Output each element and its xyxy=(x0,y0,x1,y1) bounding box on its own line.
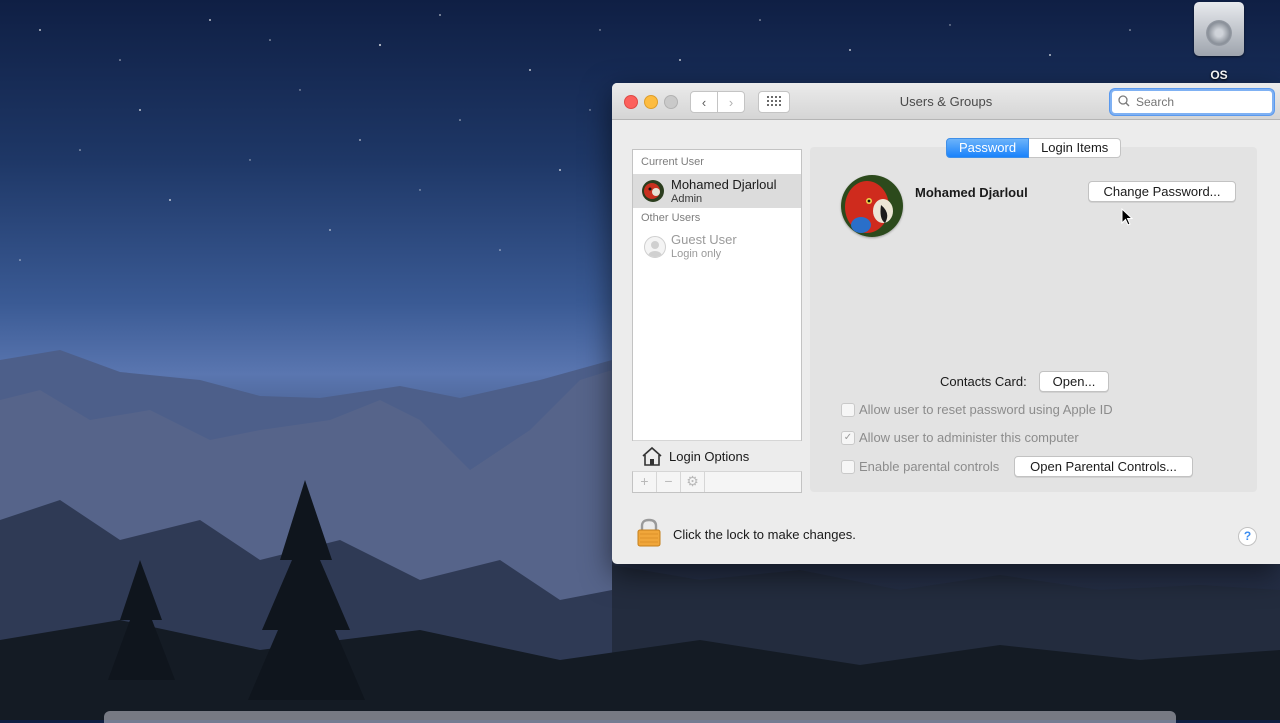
disk-label: OS xyxy=(1210,68,1228,82)
hard-disk-icon xyxy=(1194,2,1244,56)
parental-label: Enable parental controls xyxy=(859,459,1000,474)
current-user-role: Admin xyxy=(671,193,703,205)
search-input[interactable] xyxy=(1134,93,1268,111)
detail-tabs: Password Login Items xyxy=(946,138,1122,158)
dock[interactable] xyxy=(104,711,1176,723)
lock-icon[interactable] xyxy=(636,518,662,548)
users-groups-window: ‹ › Users & Groups Current User xyxy=(612,83,1280,564)
open-parental-controls-button[interactable]: Open Parental Controls... xyxy=(1014,456,1193,477)
user-full-name: Mohamed Djarloul xyxy=(915,185,1028,200)
other-users-header: Other Users xyxy=(641,212,701,224)
change-password-button[interactable]: Change Password... xyxy=(1088,181,1236,202)
current-user-header: Current User xyxy=(641,156,704,168)
gear-icon: ⚙ xyxy=(686,473,699,489)
administer-checkbox[interactable]: ✓ xyxy=(841,431,855,445)
mouse-cursor-icon xyxy=(1121,208,1133,226)
login-options-label: Login Options xyxy=(669,449,750,464)
tab-login-items[interactable]: Login Items xyxy=(1029,138,1122,158)
plus-icon: + xyxy=(640,473,649,489)
open-contacts-button[interactable]: Open... xyxy=(1039,371,1109,392)
current-user-name: Mohamed Djarloul xyxy=(671,177,777,192)
checkmark-icon: ✓ xyxy=(843,432,853,443)
user-photo[interactable] xyxy=(841,175,903,237)
administer-label: Allow user to administer this computer xyxy=(859,430,1079,445)
user-row-guest[interactable]: Guest User Login only xyxy=(633,229,801,263)
parrot-photo-icon xyxy=(841,175,903,237)
reset-password-checkbox[interactable] xyxy=(841,403,855,417)
tab-password[interactable]: Password xyxy=(946,138,1030,158)
title-bar: ‹ › Users & Groups xyxy=(612,83,1280,120)
help-button[interactable]: ? xyxy=(1238,527,1257,546)
remove-user-button[interactable]: − xyxy=(657,472,681,492)
house-icon xyxy=(642,446,662,466)
user-list-toolbar: + − ⚙ xyxy=(632,471,802,493)
guest-avatar-icon xyxy=(644,236,666,258)
add-user-button[interactable]: + xyxy=(633,472,657,492)
parental-checkbox[interactable] xyxy=(841,460,855,474)
action-menu-button[interactable]: ⚙ xyxy=(681,472,705,492)
lock-message: Click the lock to make changes. xyxy=(673,527,856,542)
guest-user-role: Login only xyxy=(671,248,722,260)
user-row-current[interactable]: Mohamed Djarloul Admin xyxy=(633,174,801,208)
reset-password-label: Allow user to reset password using Apple… xyxy=(859,402,1113,417)
parrot-avatar-icon xyxy=(642,180,664,202)
guest-user-name: Guest User xyxy=(671,232,737,247)
desktop-disk-os[interactable]: OS xyxy=(1188,0,1252,88)
search-field[interactable] xyxy=(1110,89,1274,115)
search-icon xyxy=(1118,95,1130,107)
user-list: Current User Mohamed Djarloul Admin Othe… xyxy=(632,149,802,466)
contacts-card-label: Contacts Card: xyxy=(940,374,1027,389)
login-options-item[interactable]: Login Options xyxy=(633,440,801,473)
minus-icon: − xyxy=(664,473,673,489)
